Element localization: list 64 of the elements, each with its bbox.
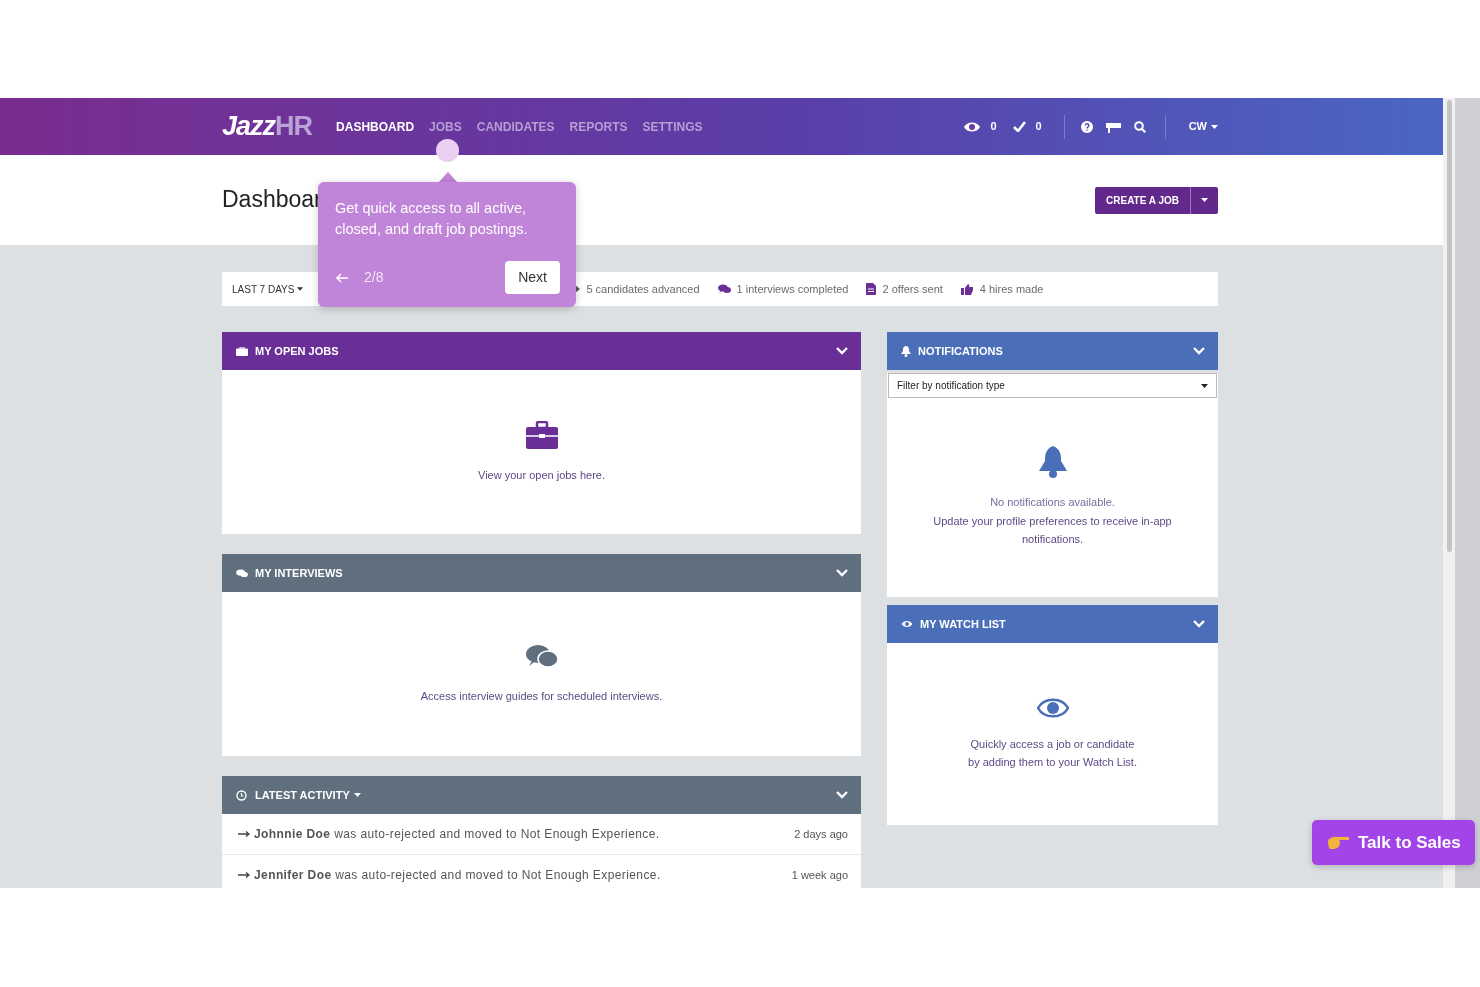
create-job-button[interactable]: CREATE A JOB [1095,186,1190,214]
bell-icon [1037,446,1068,479]
eye-icon[interactable] [964,120,981,133]
arrow-right-icon [238,872,250,878]
panel-title: NOTIFICATIONS [918,343,1003,359]
bell-icon [901,345,911,357]
empty-message: No notifications available. [990,495,1115,511]
candidate-link[interactable]: Jennifer Doe [254,868,332,882]
briefcase-icon [236,346,248,356]
activity-time: 2 days ago [794,826,848,842]
chat-icon [525,643,558,670]
caret-icon [297,287,304,291]
notification-filter-select[interactable]: Filter by notification type [888,373,1217,398]
chevron-down-icon[interactable] [836,791,848,799]
user-menu[interactable]: CW [1187,117,1219,136]
chevron-down-icon[interactable] [836,569,848,577]
activity-filter-dropdown[interactable]: LATEST ACTIVITY [254,785,362,805]
help-text: Update your profile preferences to receive in-app notifications. [932,513,1173,547]
stat-text: 5 candidates advanced [586,281,700,297]
jazzhr-logo[interactable]: JazzHR [222,106,313,147]
arrow-right-icon [238,831,250,837]
talk-to-sales-button[interactable]: Talk to Sales [1312,820,1475,865]
count-text: 0 [1035,119,1042,135]
chat-icon [717,284,731,294]
chat-icon [236,568,248,578]
stat-text: 2 offers sent [882,281,943,297]
chevron-down-icon[interactable] [1193,347,1205,355]
help-icon[interactable] [1080,120,1093,133]
panel-title: MY WATCH LIST [920,616,1006,632]
tooltip-text: Get quick access to all active, closed, and draft job postings. [335,199,529,239]
stat-text: 4 hires made [979,281,1044,297]
briefcase-icon [525,420,558,449]
dropdown-button[interactable] [1190,186,1218,214]
caret-icon [353,793,361,797]
eye-icon [1036,697,1069,719]
back-arrow-icon[interactable] [335,272,349,283]
thumbs-up-icon [960,283,974,295]
stat-text: 1 interviews completed [736,281,849,297]
pointing-hand-icon [1328,836,1350,849]
next-button[interactable]: Next [505,261,560,294]
clock-icon [236,789,247,801]
search-icon[interactable] [1133,120,1146,133]
eye-icon [901,620,913,628]
panel-title: MY OPEN JOBS [255,343,339,359]
empty-message: Access interview guides for scheduled interviews. [420,688,663,704]
activity-text: Johnnie Doe was auto-rejected and moved to Not Enough Experience. [254,826,660,843]
document-icon [866,283,877,295]
help-text: Quickly access a job or candidate by adding them to your Watch List. [968,737,1137,770]
caret-icon [1201,383,1208,388]
caret-icon [1211,124,1218,129]
date-range-dropdown[interactable]: LAST 7 DAYS [232,281,304,297]
empty-message: View your open jobs here. [478,467,605,483]
candidate-link[interactable]: Johnnie Doe [254,827,331,841]
count-text: 0 [990,119,997,135]
step-counter: 2/8 [364,268,384,287]
caret-icon [1201,198,1208,202]
activity-text: Jennifer Doe was auto-rejected and moved to Not Enough Experience. [254,867,661,884]
check-icon[interactable] [1012,121,1026,132]
activity-time: 1 week ago [791,867,848,883]
nav-link[interactable]: DASHBOARD [336,117,415,136]
chevron-down-icon[interactable] [836,347,848,355]
page-title: Dashboar [222,186,322,214]
panel-title: MY INTERVIEWS [255,565,343,581]
chevron-down-icon[interactable] [1193,620,1205,628]
